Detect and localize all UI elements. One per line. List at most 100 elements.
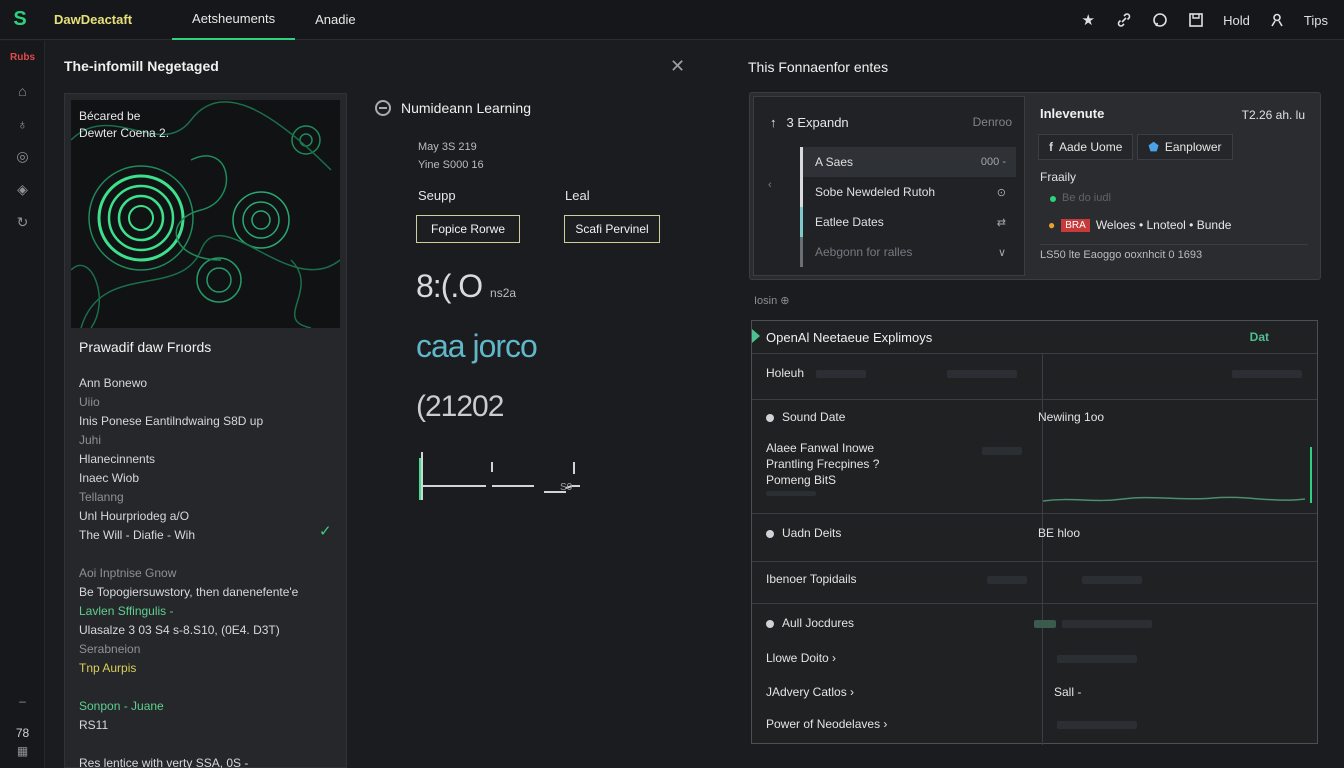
row-label-wrap: Aull Jocdures bbox=[766, 616, 854, 630]
label-setup: Seupp bbox=[418, 188, 456, 203]
top-right-actions: ★ Hold Tips bbox=[1079, 0, 1344, 40]
table-row[interactable]: Holeuh bbox=[752, 353, 1317, 393]
placeholder-bar bbox=[1232, 370, 1302, 378]
info-title: Inlevenute bbox=[1040, 106, 1105, 121]
table-header[interactable]: OpenAl Neetaeue Explimoys Dat bbox=[752, 321, 1317, 353]
expand-list-item-label: Aebgonn for ralles bbox=[815, 245, 913, 259]
expand-list-item[interactable]: Sobe Newdeled Rutoh ⊙ bbox=[800, 177, 1016, 207]
placeholder-bar bbox=[766, 491, 816, 496]
card-detail-line: Tellanng bbox=[79, 490, 124, 504]
card-detail-line: Res lentice with verty SSA, 0S - bbox=[79, 756, 249, 768]
table-title: OpenAl Neetaeue Explimoys bbox=[766, 329, 933, 345]
arrow-up-icon: ↑ bbox=[770, 114, 777, 130]
fopice-button[interactable]: Fopice Rorwe bbox=[416, 215, 520, 243]
hold-button[interactable]: Hold bbox=[1223, 13, 1250, 28]
chip-aade[interactable]: f Aade Uome bbox=[1038, 134, 1134, 160]
meta-time: Yine S000 16 bbox=[418, 159, 484, 171]
placeholder-bar bbox=[1062, 620, 1152, 628]
save-icon[interactable] bbox=[1187, 11, 1205, 29]
row-label: Pomeng BitS bbox=[766, 473, 837, 487]
star-icon[interactable]: ★ bbox=[1079, 11, 1097, 29]
expand-list-item-label: Sobe Newdeled Rutoh bbox=[815, 185, 936, 199]
metric-primary-suffix: ns2a bbox=[490, 286, 517, 300]
metric-primary-value: 8:(.O bbox=[416, 268, 483, 304]
card-detail-line: Ulasalze 3 03 S4 s-8.S10, (0E4. D3T) bbox=[79, 623, 280, 637]
flame-icon: ● bbox=[1048, 218, 1056, 232]
collapse-toggle-icon[interactable] bbox=[375, 100, 391, 116]
table-row[interactable]: Uadn Deits BE hloo bbox=[752, 513, 1317, 553]
chip-eanplower[interactable]: ⬟ Eanplower bbox=[1137, 134, 1233, 160]
expand-list-item-end: 000 - bbox=[980, 156, 1006, 168]
info-panel: Inlevenute T2.26 ah. lu f Aade Uome ⬟ Ea… bbox=[1030, 96, 1317, 272]
grid-icon[interactable]: ▦ bbox=[0, 744, 45, 758]
table-action[interactable]: Dat bbox=[1250, 330, 1269, 344]
table-row[interactable]: Aull Jocdures bbox=[752, 603, 1317, 643]
expand-list-item[interactable]: Aebgonn for ralles ∨ bbox=[800, 237, 1016, 267]
brand-name[interactable]: DawDeactaft bbox=[54, 12, 132, 27]
row-value: BE hloo bbox=[1038, 526, 1081, 540]
bullet-icon bbox=[766, 413, 774, 422]
artwork-caption-line2: Dewter Coena 2. bbox=[79, 126, 170, 140]
expand-list-item-end: ⇄ bbox=[996, 216, 1006, 229]
user-icon[interactable] bbox=[1268, 11, 1286, 29]
tab-aetsheuments[interactable]: Aetsheuments bbox=[172, 0, 296, 40]
learning-header: Numideann Learning bbox=[375, 100, 705, 116]
layers-icon[interactable]: ◈ bbox=[0, 173, 45, 206]
meta-date: May 3S 219 bbox=[418, 141, 477, 153]
table-row[interactable]: JAdvery Catlos › Sall - bbox=[752, 677, 1317, 711]
card-detail-line: Aoi Inptnise Gnow bbox=[79, 566, 177, 580]
card-detail-line: Juhi bbox=[79, 433, 102, 447]
table-row[interactable]: Sound Date Newiing 1oo bbox=[752, 399, 1317, 435]
row-value: Sall - bbox=[1054, 685, 1082, 699]
info-footer: LS50 lte Eaoggo ooxnhcit 0 1693 bbox=[1040, 244, 1308, 261]
row-label: JAdvery Catlos › bbox=[766, 685, 855, 699]
expand-list-rows: A Saes 000 - Sobe Newdeled Rutoh ⊙ Eatlee Da… bbox=[754, 147, 1024, 267]
chip-aade-label: Aade Uome bbox=[1059, 140, 1123, 154]
expand-list-item[interactable]: Eatlee Dates ⇄ bbox=[800, 207, 1016, 237]
tab-anadie[interactable]: Anadie bbox=[295, 0, 375, 40]
minus-icon[interactable]: – bbox=[0, 694, 45, 708]
chevron-left-icon[interactable]: ‹ bbox=[768, 179, 772, 191]
card-detail-line bbox=[79, 545, 339, 564]
bulb-icon[interactable]: ♁ bbox=[0, 107, 45, 140]
row-label: Sound Date bbox=[782, 410, 846, 424]
table-row[interactable]: Ibenoer Topidails bbox=[752, 561, 1317, 601]
globe-icon[interactable]: ◎ bbox=[0, 140, 45, 173]
row-label: Power of Neodelaves › bbox=[766, 717, 888, 731]
rail-badge[interactable]: Rubs bbox=[0, 41, 45, 74]
row-label: Prantling Frecpines ? bbox=[766, 457, 880, 471]
close-icon[interactable]: ✕ bbox=[670, 56, 685, 77]
right-title: This Fonnaenfor entes bbox=[748, 59, 889, 75]
trend-chart bbox=[1043, 447, 1312, 503]
expand-list: ↑ 3 Expandn Denroo ‹ A Saes 000 - Sobe New… bbox=[753, 96, 1025, 276]
card-detail-list: Ann Bonewo Uiio Inis Ponese Eantilndwaing … bbox=[79, 374, 339, 768]
top-bar: S DawDeactaft Aetsheuments Anadie ★ Hold… bbox=[0, 0, 1344, 40]
app-logo-icon[interactable]: S bbox=[0, 0, 40, 40]
placeholder-bar bbox=[982, 447, 1022, 455]
card-detail-line: Unl Hourpriodeg a/O bbox=[79, 509, 190, 523]
top-nav: Aetsheuments Anadie bbox=[172, 0, 376, 40]
chat-icon[interactable] bbox=[1151, 11, 1169, 29]
dialog-title: The-infomill Negetaged bbox=[64, 58, 219, 74]
sparkline bbox=[419, 452, 580, 500]
refresh-icon[interactable]: ↻ bbox=[0, 206, 45, 239]
tips-button[interactable]: Tips bbox=[1304, 13, 1328, 28]
metric-secondary: caa jorco bbox=[416, 328, 538, 364]
logs-label[interactable]: Iosin ⊕ bbox=[754, 294, 790, 307]
bullet-icon bbox=[766, 529, 774, 538]
learning-heading: Numideann Learning bbox=[401, 100, 531, 116]
table-row[interactable]: Llowe Doito › bbox=[752, 643, 1317, 677]
experiments-table: OpenAl Neetaeue Explimoys Dat Holeuh Sou… bbox=[751, 320, 1318, 745]
row-label: Aull Jocdures bbox=[782, 616, 855, 630]
expand-list-header[interactable]: ↑ 3 Expandn Denroo bbox=[754, 97, 1024, 147]
rail-number: 78 bbox=[15, 726, 30, 740]
info-row[interactable]: ● BRA Weloes • Lnoteol • Bunde bbox=[1048, 218, 1231, 232]
status-dot-icon bbox=[1050, 196, 1056, 202]
scafi-button[interactable]: Scafi Pervinel bbox=[564, 215, 660, 243]
link-icon[interactable] bbox=[1115, 11, 1133, 29]
expand-list-item[interactable]: A Saes 000 - bbox=[800, 147, 1016, 177]
expand-triangle-icon[interactable] bbox=[752, 329, 760, 343]
learning-panel: Numideann Learning May 3S 219 Yine S000 … bbox=[375, 100, 705, 500]
table-row[interactable]: Power of Neodelaves › bbox=[752, 711, 1317, 743]
home-icon[interactable]: ⌂ bbox=[0, 74, 45, 107]
